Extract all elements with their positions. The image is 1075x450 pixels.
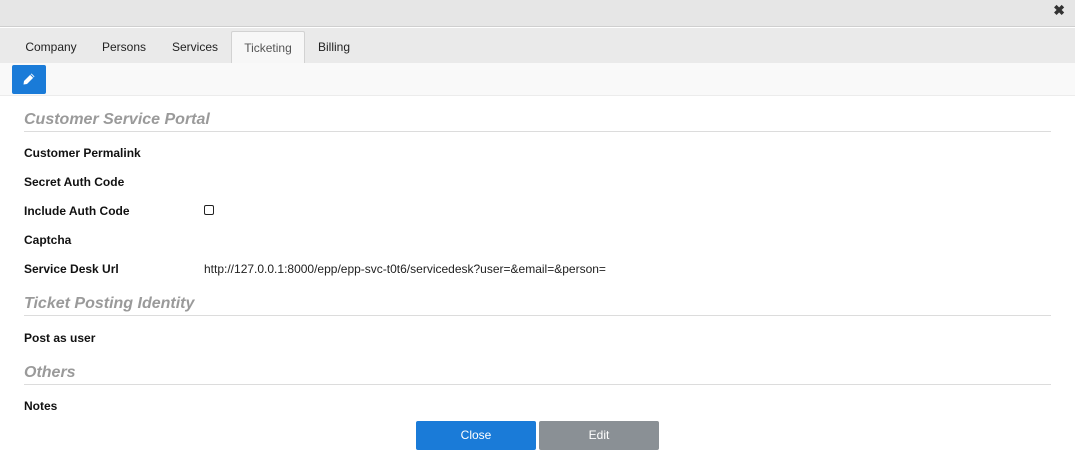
tab-billing[interactable]: Billing	[306, 31, 362, 63]
tab-persons[interactable]: Persons	[90, 31, 158, 63]
dialog-titlebar: ✖	[0, 0, 1075, 27]
edit-icon-button[interactable]	[12, 65, 46, 94]
notes-label: Notes	[24, 399, 58, 413]
include-auth-code-checkbox[interactable]	[204, 205, 214, 215]
tab-ticketing[interactable]: Ticketing	[231, 31, 305, 63]
tab-company[interactable]: Company	[12, 31, 90, 63]
include-auth-code-label: Include Auth Code	[24, 204, 130, 218]
pencil-icon	[23, 73, 35, 85]
toolbar	[0, 63, 1075, 96]
tab-bar: Company Persons Services Ticketing Billi…	[0, 28, 1075, 63]
service-desk-url-value: http://127.0.0.1:8000/epp/epp-svc-t0t6/s…	[204, 262, 606, 276]
section-divider	[24, 315, 1051, 316]
section-divider	[24, 131, 1051, 132]
close-icon[interactable]: ✖	[1053, 3, 1065, 17]
customer-permalink-label: Customer Permalink	[24, 146, 141, 160]
tab-services[interactable]: Services	[160, 31, 230, 63]
secret-auth-code-label: Secret Auth Code	[24, 175, 125, 189]
post-as-user-label: Post as user	[24, 331, 96, 345]
close-button[interactable]: Close	[416, 421, 536, 450]
section-title-others: Others	[24, 364, 76, 381]
section-divider	[24, 384, 1051, 385]
section-title-ticket-posting-identity: Ticket Posting Identity	[24, 295, 195, 312]
edit-button[interactable]: Edit	[539, 421, 659, 450]
service-desk-url-label: Service Desk Url	[24, 262, 119, 276]
captcha-label: Captcha	[24, 233, 72, 247]
section-title-customer-service-portal: Customer Service Portal	[24, 111, 210, 128]
